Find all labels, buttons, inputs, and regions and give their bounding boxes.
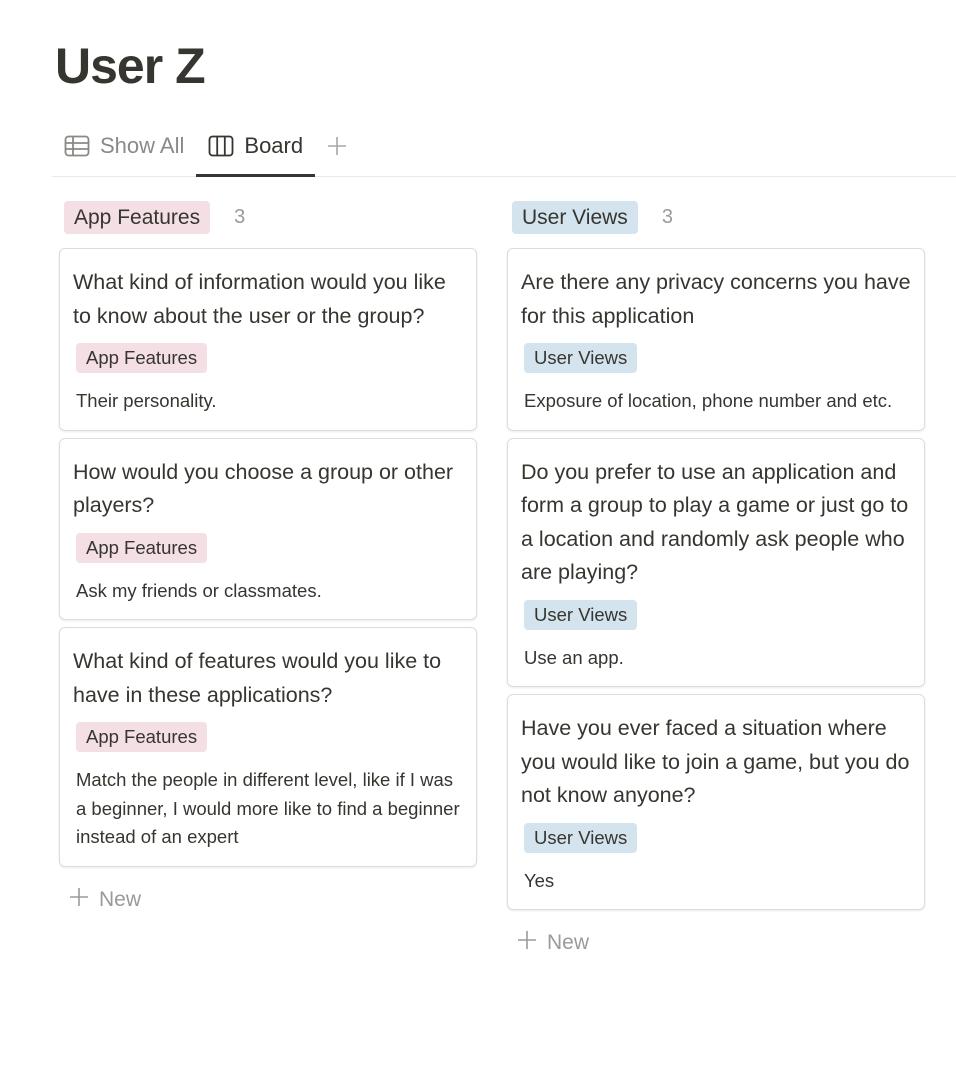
card-body: Exposure of location, phone number and e… xyxy=(524,390,893,411)
tab-label: Board xyxy=(244,132,304,158)
card-list: Are there any privacy concerns you have … xyxy=(507,248,925,910)
tab-show-all[interactable]: Show All xyxy=(52,120,196,177)
new-card-button[interactable]: New xyxy=(507,927,925,959)
card-body: Yes xyxy=(524,869,555,891)
card-title: What kind of features would you like to … xyxy=(73,649,442,707)
card-tag: App Features xyxy=(76,722,208,752)
card-tag: App Features xyxy=(76,343,208,373)
column-label[interactable]: User Views xyxy=(512,200,638,234)
column-label[interactable]: App Features xyxy=(64,200,211,234)
card-body: Ask my friends or classmates. xyxy=(76,579,322,601)
tab-label: Show All xyxy=(100,132,185,158)
view-tabs: Show All Board xyxy=(52,120,956,177)
board-column-user-views: User Views 3 Are there any privacy conce… xyxy=(507,200,925,959)
column-count: 3 xyxy=(234,205,246,228)
card-body: Use an app. xyxy=(524,646,624,668)
table-icon xyxy=(64,135,90,157)
card-title: Are there any privacy concerns you have … xyxy=(521,270,911,328)
board-page: User Z Show All Board App Features 3 Wha… xyxy=(0,0,956,1092)
board-card[interactable]: What kind of features would you like to … xyxy=(59,627,477,867)
board-card[interactable]: Are there any privacy concerns you have … xyxy=(507,248,925,431)
card-title: What kind of information would you like … xyxy=(73,270,446,328)
board-icon xyxy=(208,135,234,157)
column-count: 3 xyxy=(661,205,673,228)
plus-icon xyxy=(69,887,89,913)
board-card[interactable]: How would you choose a group or other pl… xyxy=(59,437,477,620)
plus-icon xyxy=(517,930,537,956)
card-body: Match the people in different level, lik… xyxy=(76,769,460,847)
card-title: How would you choose a group or other pl… xyxy=(73,459,454,518)
plus-icon xyxy=(327,136,347,156)
add-view-button[interactable] xyxy=(317,120,357,177)
new-card-label: New xyxy=(99,887,142,911)
card-tag: User Views xyxy=(524,822,638,853)
card-tag: App Features xyxy=(76,532,208,563)
page-title: User Z xyxy=(55,38,206,94)
tab-board[interactable]: Board xyxy=(196,120,316,177)
card-tag: User Views xyxy=(524,343,638,373)
card-body: Their personality. xyxy=(76,390,217,411)
board-card[interactable]: Have you ever faced a situation where yo… xyxy=(507,694,925,910)
card-list: What kind of information would you like … xyxy=(59,248,477,867)
column-header: User Views 3 xyxy=(507,200,925,234)
board-card[interactable]: Do you prefer to use an application and … xyxy=(507,437,925,687)
card-tag: User Views xyxy=(524,599,638,630)
board-card[interactable]: What kind of information would you like … xyxy=(59,248,477,431)
card-title: Do you prefer to use an application and … xyxy=(521,459,909,585)
board-column-app-features: App Features 3 What kind of information … xyxy=(59,200,477,916)
new-card-button[interactable]: New xyxy=(59,884,477,916)
column-header: App Features 3 xyxy=(59,200,477,234)
card-title: Have you ever faced a situation where yo… xyxy=(521,716,910,807)
new-card-label: New xyxy=(547,931,590,954)
